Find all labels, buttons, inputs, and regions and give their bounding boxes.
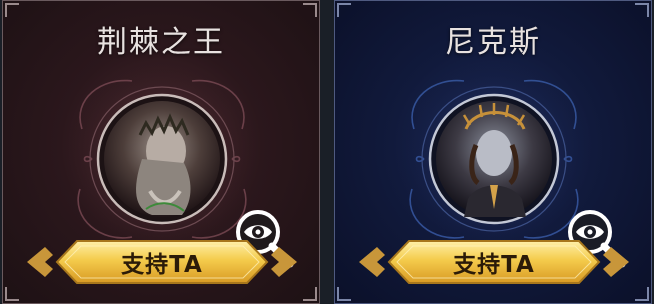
- hero-card-nyx: 尼克斯 支持TA: [334, 0, 652, 304]
- hero-card-thorn-king: 荆棘之王 支持TA: [2, 0, 320, 304]
- card-corner-ornament: [337, 287, 351, 301]
- hero-portrait-emblem[interactable]: [62, 59, 294, 268]
- card-corner-ornament: [337, 3, 351, 17]
- card-corner-ornament: [303, 287, 317, 301]
- hero-portrait-emblem[interactable]: [394, 59, 626, 268]
- support-button-label: 支持TA: [453, 252, 535, 278]
- support-button-label: 支持TA: [121, 252, 203, 278]
- card-corner-ornament: [635, 287, 649, 301]
- hero-name: 尼克斯: [445, 25, 541, 60]
- hero-name: 荆棘之王: [97, 25, 225, 60]
- card-corner-ornament: [635, 3, 649, 17]
- card-corner-ornament: [5, 3, 19, 17]
- support-hero-button[interactable]: 支持TA: [355, 233, 633, 291]
- support-hero-button[interactable]: 支持TA: [23, 233, 301, 291]
- card-corner-ornament: [303, 3, 317, 17]
- card-corner-ornament: [5, 287, 19, 301]
